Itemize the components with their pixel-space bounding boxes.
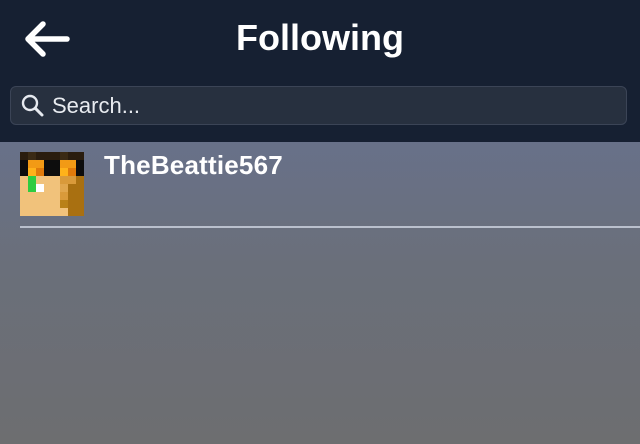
- pixel-skin-avatar: [20, 152, 84, 216]
- search-input[interactable]: [48, 87, 626, 124]
- row-divider: [20, 226, 640, 228]
- search-bar[interactable]: [10, 86, 627, 125]
- username[interactable]: TheBeattie567: [104, 149, 283, 181]
- avatar[interactable]: [20, 152, 84, 216]
- page-title: Following: [236, 17, 404, 58]
- following-screen: Following Search... TheBeattie567: [0, 0, 640, 444]
- arrow-left-icon: [25, 21, 70, 57]
- nav-bar: Following: [0, 0, 640, 142]
- search-icon: [18, 91, 48, 121]
- back-button[interactable]: [18, 16, 74, 62]
- list-item-following-user[interactable]: TheBeattie567: [0, 142, 640, 228]
